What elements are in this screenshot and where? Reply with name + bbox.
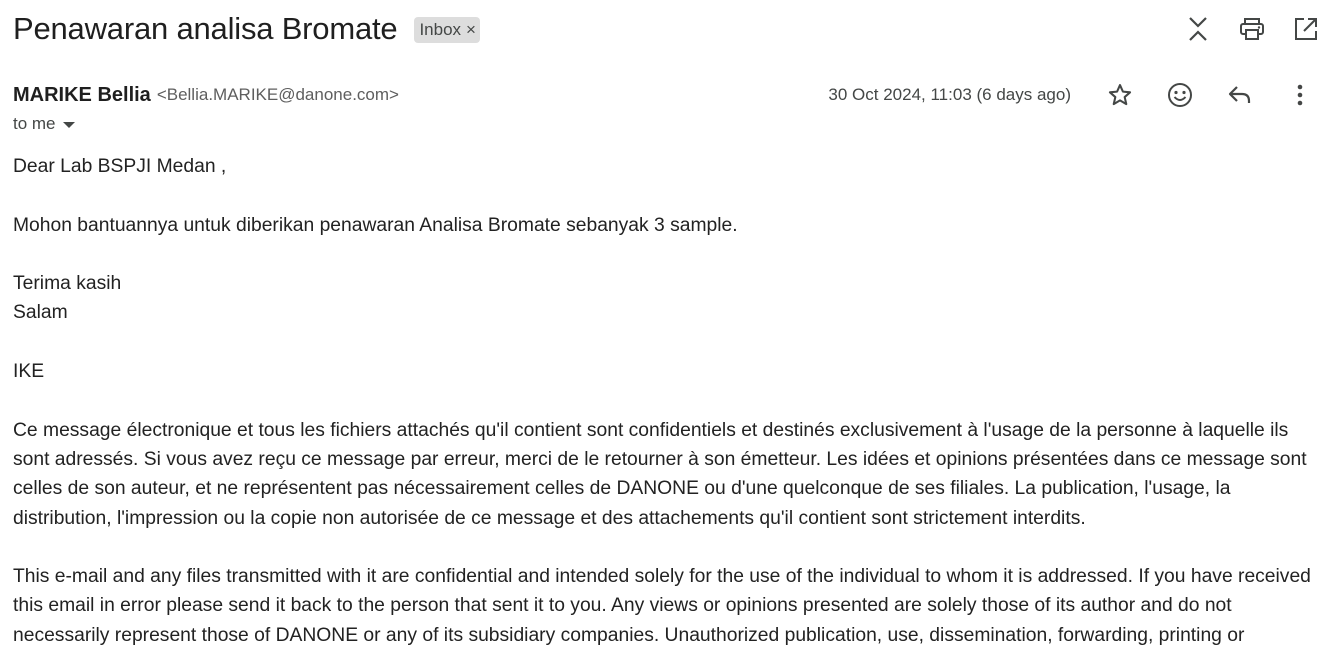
sender-name[interactable]: MARIKE Bellia — [13, 84, 151, 107]
subject-row: Penawaran analisa Bromate Inbox × — [13, 8, 480, 50]
thread-actions — [1159, 14, 1321, 44]
reply-icon[interactable] — [1225, 80, 1255, 110]
star-icon[interactable] — [1105, 80, 1135, 110]
recipient-text: to me — [13, 114, 56, 133]
body-closing: Terima kasih — [13, 273, 122, 295]
email-subject: Penawaran analisa Bromate — [13, 11, 398, 46]
open-in-new-window-icon[interactable] — [1291, 14, 1321, 44]
recipient-details-toggle[interactable]: to me — [13, 114, 75, 134]
body-greeting: Dear Lab BSPJI Medan , — [13, 156, 227, 177]
print-icon[interactable] — [1237, 14, 1267, 44]
message-meta: 30 Oct 2024, 11:03 (6 days ago) — [828, 80, 1315, 110]
disclaimer-english: This e-mail and any files transmitted wi… — [13, 566, 1311, 646]
sender-row: MARIKE Bellia <Bellia.MARIKE@danone.com> — [13, 82, 399, 108]
label-text: Inbox — [419, 19, 462, 39]
emoji-reaction-icon[interactable] — [1165, 80, 1195, 110]
more-vertical-icon[interactable] — [1285, 80, 1315, 110]
body-closing: Salam — [13, 302, 68, 324]
remove-label-icon[interactable]: × — [466, 20, 476, 40]
message-date: 30 Oct 2024, 11:03 (6 days ago) — [828, 85, 1071, 104]
body-line: Mohon bantuannya untuk diberikan penawar… — [13, 214, 738, 236]
sender-email: <Bellia.MARIKE@danone.com> — [156, 85, 399, 104]
chevron-down-icon[interactable] — [62, 122, 75, 128]
inbox-label-chip[interactable]: Inbox × — [414, 17, 480, 43]
message-body: Dear Lab BSPJI Medan , Mohon bantuannya … — [13, 152, 1313, 650]
body-signature: IKE — [13, 361, 45, 383]
disclaimer-french: Ce message électronique et tous les fich… — [13, 419, 1307, 529]
collapse-all-icon[interactable] — [1183, 14, 1213, 44]
